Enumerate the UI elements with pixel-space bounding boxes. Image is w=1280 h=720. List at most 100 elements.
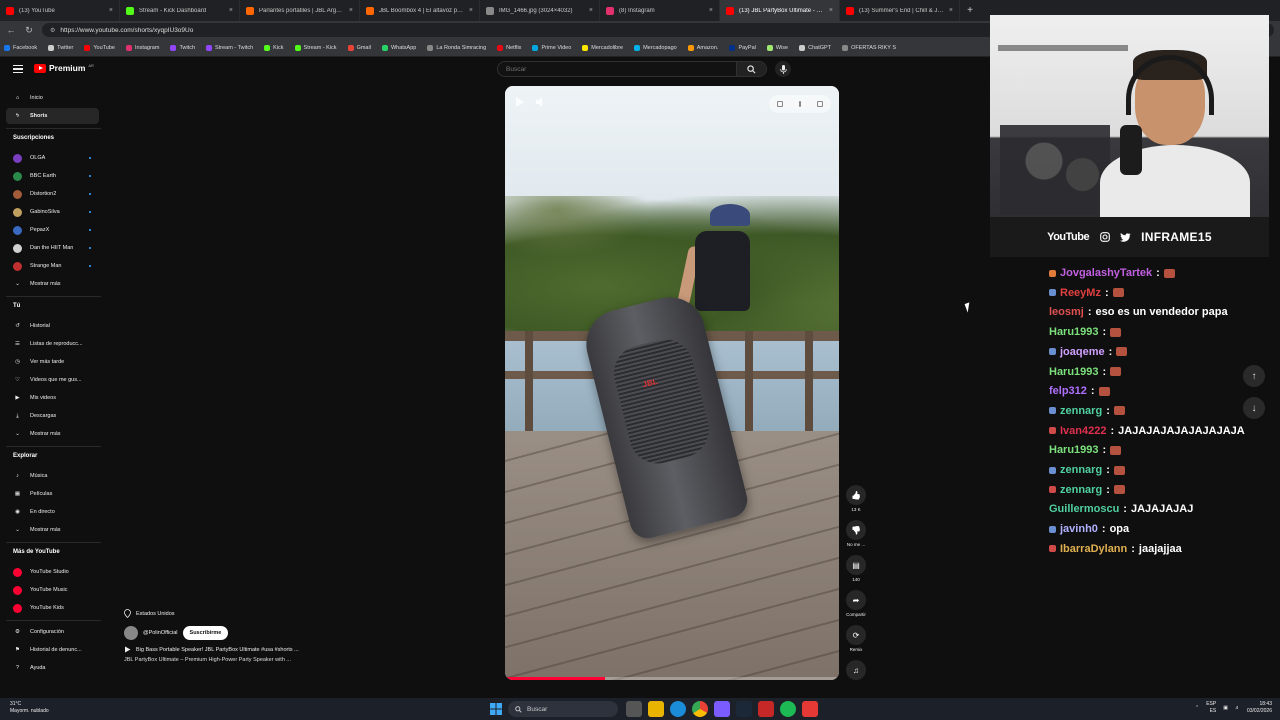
subscription-item[interactable]: BBC Earth (6, 168, 99, 184)
youtube-product-item[interactable]: YouTube Music (6, 582, 99, 598)
sidebar-item[interactable]: ◷ Ver más tarde (6, 354, 99, 370)
browser-tab[interactable]: (13) Summer's End | Chill & Jazzh × (840, 0, 960, 21)
short-title-row[interactable]: Big Bass Portable Speaker! JBL PartyBox … (124, 646, 424, 653)
bookmark-item[interactable]: Mercadopago (634, 44, 677, 51)
sidebar-section-title[interactable]: Tú (13, 303, 20, 309)
tab-close-icon[interactable]: × (829, 7, 833, 14)
tab-close-icon[interactable]: × (109, 7, 113, 14)
chat-message[interactable]: joaqeme: (1049, 346, 1128, 358)
tab-close-icon[interactable]: × (349, 7, 353, 14)
more-options-icon[interactable] (799, 101, 801, 107)
chat-message[interactable]: JovgalashyTartek: (1049, 267, 1175, 279)
location-tag[interactable]: Estados Unidos (124, 609, 424, 618)
bookmark-item[interactable]: La Ronda Simracing (427, 44, 486, 51)
subscription-item[interactable]: Distortion2 (6, 186, 99, 202)
tray-overflow-icon[interactable]: ⌃ (1195, 705, 1199, 711)
chat-username[interactable]: leosmj (1049, 306, 1084, 318)
short-subtitle[interactable]: JBL PartyBox Ultimate – Premium High-Pow… (124, 657, 424, 663)
chat-username[interactable]: ReeyMz (1060, 287, 1101, 299)
chrome-icon[interactable] (692, 701, 708, 717)
thumbs-up-button[interactable]: 👍 (846, 485, 866, 505)
bookmark-item[interactable]: Twitch (170, 44, 195, 51)
bookmark-item[interactable]: WhatsApp (381, 44, 416, 51)
bookmark-item[interactable]: Wise (766, 44, 788, 51)
sidebar-item[interactable]: ⚙ Configuración (6, 624, 99, 640)
file-explorer-icon[interactable] (648, 701, 664, 717)
chat-message[interactable]: Ivan4222: JAJAJAJAJAJAJAJAJA (1049, 425, 1245, 437)
sidebar-item[interactable]: ◉ En directo (6, 504, 99, 520)
sidebar-item[interactable]: ⌂ Inicio (6, 90, 99, 106)
spotify-icon[interactable] (780, 701, 796, 717)
tab-close-icon[interactable]: × (949, 7, 953, 14)
back-icon[interactable]: ← (6, 25, 16, 35)
sidebar-item[interactable]: ⚑ Historial de denunc... (6, 642, 99, 658)
sidebar-item[interactable]: ? Ayuda (6, 660, 99, 676)
volume-icon[interactable] (535, 96, 547, 108)
sound-thumbnail-button[interactable]: ♫ (846, 660, 866, 680)
sidebar-item[interactable]: ☰ Listas de reproducc... (6, 336, 99, 352)
scroll-down-button[interactable]: ↓ (1243, 397, 1265, 419)
chat-message[interactable]: IbarraDylann: jaajajjaa (1049, 543, 1182, 555)
bookmark-item[interactable]: Stream - Kick (294, 44, 337, 51)
bookmark-item[interactable]: ChatGPT (799, 44, 831, 51)
subscribe-button[interactable]: Suscribirme (182, 626, 229, 640)
bookmark-item[interactable]: YouTube (84, 44, 115, 51)
browser-tab[interactable]: (8) Instagram × (600, 0, 720, 21)
browser-tab[interactable]: (13) JBL PartyBox Ultimate - Prem × (720, 0, 840, 21)
chat-message[interactable]: felp312: (1049, 385, 1110, 397)
bookmark-item[interactable]: Mercadolibre (582, 44, 623, 51)
tab-close-icon[interactable]: × (469, 7, 473, 14)
bookmark-item[interactable]: Netflix (497, 44, 521, 51)
taskbar-search[interactable]: Buscar (508, 701, 618, 717)
tab-close-icon[interactable]: × (229, 7, 233, 14)
chat-username[interactable]: zennarg (1060, 484, 1102, 496)
subscription-item[interactable]: Dan the HIIT Man (6, 240, 99, 256)
sidebar-item[interactable]: ↺ Historial (6, 318, 99, 334)
sidebar-item[interactable]: ▶ Mis videos (6, 390, 99, 406)
browser-tab[interactable]: (13) YouTube × (0, 0, 120, 21)
chat-username[interactable]: Haru1993 (1049, 366, 1099, 378)
sidebar-item[interactable]: ⌄ Mostrar más (6, 522, 99, 538)
bookmark-item[interactable]: Facebook (4, 44, 37, 51)
bookmark-item[interactable]: Stream - Twitch (206, 44, 253, 51)
chat-username[interactable]: Haru1993 (1049, 444, 1099, 456)
reload-icon[interactable]: ↻ (24, 25, 34, 36)
menu-icon[interactable] (13, 65, 23, 73)
chat-username[interactable]: javinh0 (1060, 523, 1098, 535)
bookmark-item[interactable]: PayPal (729, 44, 756, 51)
task-view-icon[interactable] (626, 701, 642, 717)
scroll-up-button[interactable]: ↑ (1243, 365, 1265, 387)
app-red-icon[interactable] (758, 701, 774, 717)
weather-widget[interactable]: 31°C Mayorm. nublado (10, 701, 49, 715)
search-button[interactable] (736, 62, 766, 76)
short-video-player[interactable]: JBL (505, 86, 839, 680)
chat-message[interactable]: leosmj: eso es un vendedor papa (1049, 306, 1228, 318)
fullscreen-icon[interactable] (817, 101, 823, 107)
play-icon[interactable] (515, 96, 525, 108)
chat-username[interactable]: JovgalashyTartek (1060, 267, 1152, 279)
video-progress-bar[interactable] (505, 677, 839, 680)
search-input[interactable] (498, 65, 736, 73)
share-button[interactable]: ➦ (846, 590, 866, 610)
chat-message[interactable]: Guillermoscu: JAJAJAJAJ (1049, 503, 1193, 515)
subscription-item[interactable]: PepazX (6, 222, 99, 238)
bookmark-item[interactable]: Prime Video (532, 44, 571, 51)
site-info-icon[interactable]: ⚙ (50, 27, 55, 34)
sidebar-section-title[interactable]: Suscripciones (13, 135, 54, 141)
chat-username[interactable]: Haru1993 (1049, 326, 1099, 338)
browser-tab[interactable]: Parlantes portátiles | JBL Argentina × (240, 0, 360, 21)
sidebar-item[interactable]: ϟ Shorts (6, 108, 99, 124)
chat-message[interactable]: zennarg: (1049, 464, 1125, 476)
chat-username[interactable]: IbarraDylann (1060, 543, 1127, 555)
bookmark-item[interactable]: Amazon. (687, 44, 718, 51)
youtube-logo[interactable]: Premium AR (34, 63, 94, 73)
youtube-product-item[interactable]: YouTube Studio (6, 564, 99, 580)
chat-username[interactable]: joaqeme (1060, 346, 1105, 358)
chat-message[interactable]: zennarg: (1049, 405, 1125, 417)
sidebar-item[interactable]: ♪ Música (6, 468, 99, 484)
edge-icon[interactable] (670, 701, 686, 717)
language-indicator[interactable]: ESP ES (1206, 701, 1216, 715)
bookmark-item[interactable]: Kick (264, 44, 284, 51)
browser-tab[interactable]: JBL Boombox 4 | El altavoz portátil × (360, 0, 480, 21)
tab-close-icon[interactable]: × (589, 7, 593, 14)
